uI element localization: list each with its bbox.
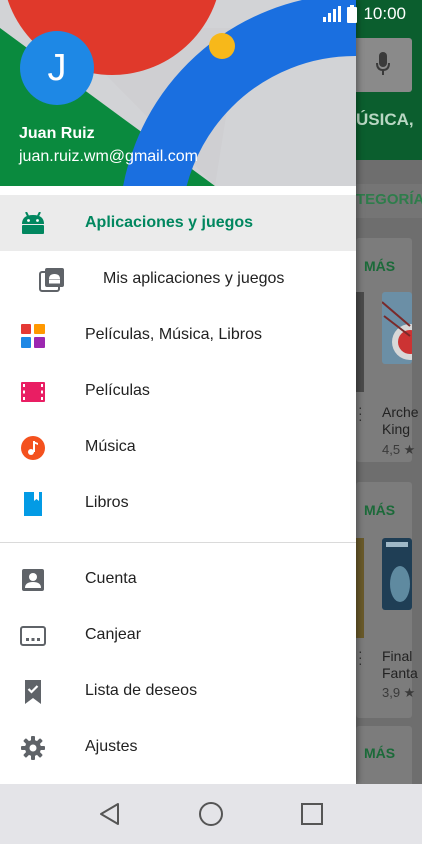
back-triangle-icon bbox=[100, 803, 120, 825]
menu-item-label: Lista de deseos bbox=[85, 682, 198, 699]
recents-square-icon bbox=[300, 803, 323, 825]
background-tab-label: ÚSICA, bbox=[356, 110, 414, 129]
film-icon bbox=[20, 379, 46, 405]
background-app-title: Arche bbox=[382, 404, 419, 420]
menu-item-label: Mis aplicaciones y juegos bbox=[103, 270, 285, 287]
menu-item-books[interactable]: Libros bbox=[0, 475, 356, 531]
menu-item-label: Cuenta bbox=[85, 570, 137, 587]
menu-item-music[interactable]: Música bbox=[0, 419, 356, 475]
background-app-title: King bbox=[382, 421, 411, 437]
navigation-drawer: J Juan Ruiz juan.ruiz.wm@gmail.com Aplic… bbox=[0, 0, 356, 784]
menu-item-label: Música bbox=[85, 438, 136, 455]
status-bar: 10:00 bbox=[0, 0, 422, 28]
account-email: juan.ruiz.wm@gmail.com bbox=[19, 148, 198, 165]
menu-item-label: Películas, Música, Libros bbox=[85, 326, 262, 343]
menu-item-label: Canjear bbox=[85, 626, 142, 643]
background-app-title: Fanta bbox=[382, 665, 418, 681]
background-thumb-edge bbox=[356, 538, 364, 638]
menu-item-label: Ajustes bbox=[85, 738, 138, 755]
battery-icon bbox=[347, 5, 358, 23]
book-icon bbox=[20, 491, 46, 517]
music-note-icon bbox=[20, 435, 46, 461]
menu-item-label: Películas bbox=[85, 382, 150, 399]
menu-item-label: Aplicaciones y juegos bbox=[85, 214, 254, 231]
bookmark-check-icon bbox=[20, 679, 46, 705]
android-icon bbox=[20, 211, 46, 237]
background-thumb-edge bbox=[356, 292, 364, 392]
home-button[interactable] bbox=[191, 794, 231, 834]
home-circle-icon bbox=[198, 802, 223, 826]
app-thumbnail-archery bbox=[382, 292, 412, 364]
background-app-rating: 4,5 ★ bbox=[382, 442, 416, 457]
background-more-link: MÁS bbox=[364, 745, 396, 761]
gear-icon bbox=[20, 735, 46, 761]
signal-icon bbox=[323, 6, 342, 22]
avatar[interactable]: J bbox=[20, 31, 94, 105]
status-time: 10:00 bbox=[363, 4, 406, 23]
overflow-dots-icon: · · · bbox=[358, 643, 363, 671]
account-name: Juan Ruiz bbox=[19, 125, 95, 142]
overflow-dots-icon: · · · bbox=[358, 399, 363, 427]
menu-item-movies[interactable]: Películas bbox=[0, 363, 356, 419]
my-apps-icon bbox=[39, 267, 65, 293]
menu-item-label: Libros bbox=[85, 494, 129, 511]
background-more-link: MÁS bbox=[364, 258, 396, 274]
menu-item-apps-and-games[interactable]: Aplicaciones y juegos bbox=[0, 195, 356, 251]
menu-item-wishlist[interactable]: Lista de deseos bbox=[0, 663, 356, 719]
menu-item-redeem[interactable]: Canjear bbox=[0, 607, 356, 663]
menu-item-movies-music-books[interactable]: Películas, Música, Libros bbox=[0, 307, 356, 363]
background-app-rating: 3,9 ★ bbox=[382, 685, 416, 700]
redeem-card-icon bbox=[20, 623, 46, 649]
background-app-title: Final bbox=[382, 648, 413, 664]
account-box-icon bbox=[20, 567, 46, 593]
back-button[interactable] bbox=[90, 794, 130, 834]
background-more-link: MÁS bbox=[364, 502, 396, 518]
menu-item-my-apps-and-games[interactable]: Mis aplicaciones y juegos bbox=[0, 251, 356, 307]
menu-item-settings[interactable]: Ajustes bbox=[0, 719, 356, 775]
recent-apps-button[interactable] bbox=[292, 794, 332, 834]
background-category-label: TEGORÍA bbox=[356, 191, 422, 208]
mic-icon bbox=[376, 52, 390, 75]
app-thumbnail-final-fantasy bbox=[382, 538, 412, 610]
menu-item-account[interactable]: Cuenta bbox=[0, 551, 356, 607]
entertainment-icon bbox=[20, 323, 46, 349]
menu-divider bbox=[0, 542, 356, 543]
system-navigation-bar bbox=[0, 784, 422, 844]
